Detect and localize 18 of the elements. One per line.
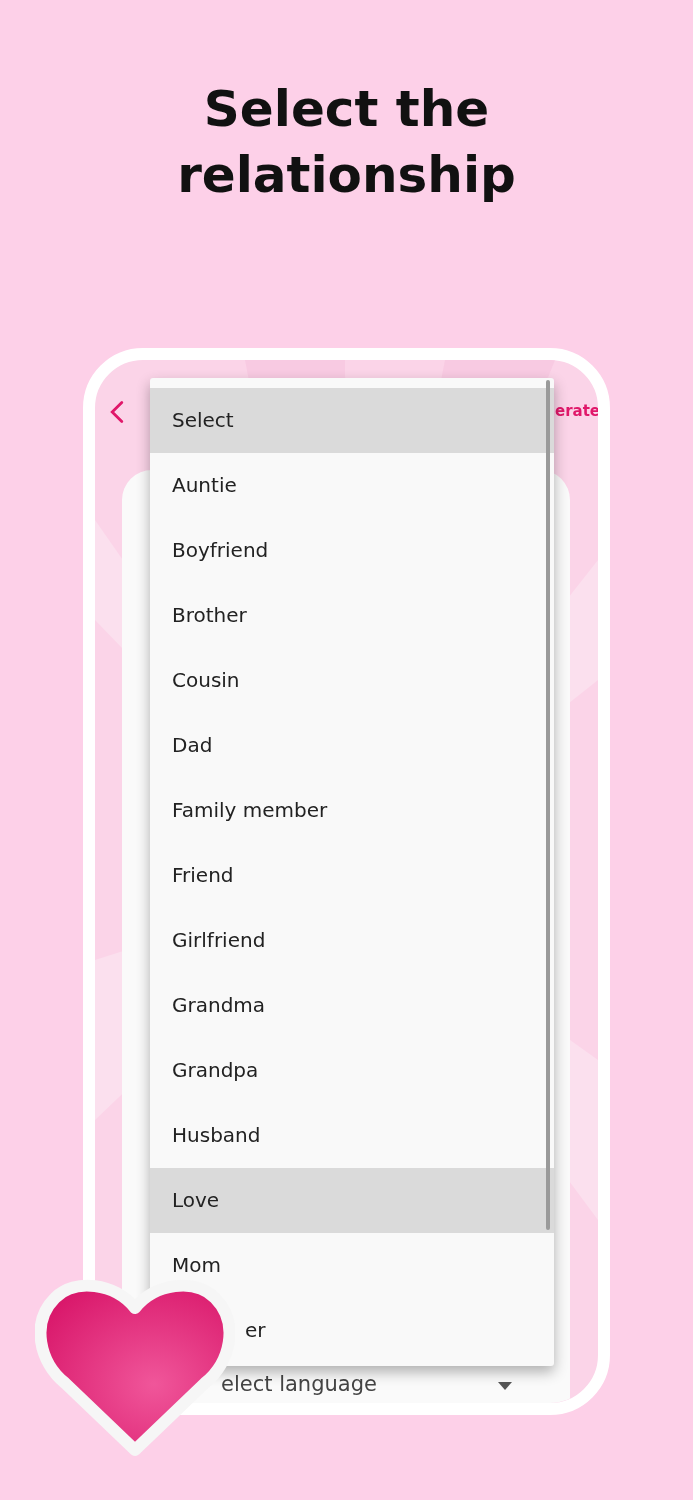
menu-item[interactable]: Family member — [150, 778, 554, 843]
menu-item[interactable]: Grandma — [150, 973, 554, 1038]
menu-item[interactable]: Dad — [150, 713, 554, 778]
menu-item[interactable]: Auntie — [150, 453, 554, 518]
menu-item[interactable]: Husband — [150, 1103, 554, 1168]
menu-item[interactable]: Select — [150, 388, 554, 453]
menu-item[interactable]: er — [245, 1298, 554, 1363]
scrollbar[interactable] — [546, 380, 550, 1230]
menu-item[interactable]: Friend — [150, 843, 554, 908]
menu-item[interactable]: Mom — [150, 1233, 554, 1298]
menu-item[interactable]: Girlfriend — [150, 908, 554, 973]
menu-item[interactable]: Cousin — [150, 648, 554, 713]
menu-item[interactable]: Brother — [150, 583, 554, 648]
caret-icon — [498, 1382, 512, 1390]
menu-item[interactable]: Grandpa — [150, 1038, 554, 1103]
page-title: Select the relationship — [176, 79, 517, 206]
menu-item[interactable]: Boyfriend — [150, 518, 554, 583]
menu-item[interactable]: Love — [150, 1168, 554, 1233]
